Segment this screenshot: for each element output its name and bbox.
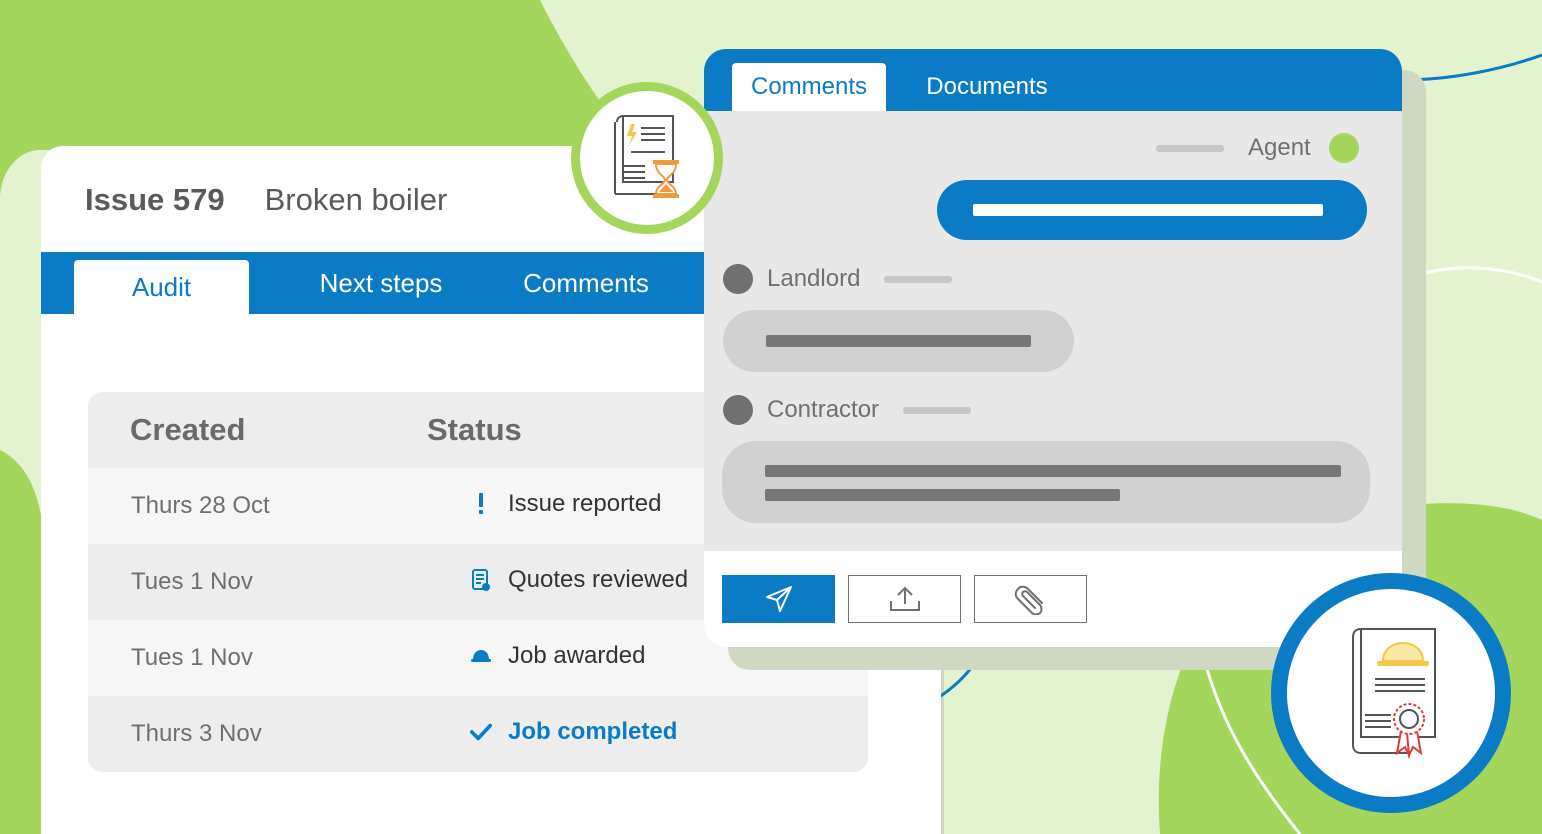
- message-text-placeholder: [765, 465, 1341, 477]
- upload-icon: [889, 586, 920, 611]
- column-header-created: Created: [130, 412, 246, 447]
- row-status: Quotes reviewed: [470, 566, 688, 594]
- message-text-placeholder: [766, 335, 1031, 347]
- exclamation-icon: [470, 493, 492, 515]
- row-date: Tues 1 Nov: [131, 644, 253, 671]
- agent-message-bubble: [937, 180, 1367, 240]
- timestamp-placeholder: [1156, 144, 1224, 152]
- checkmark-icon: [470, 722, 492, 742]
- tab-documents[interactable]: Documents: [909, 63, 1065, 111]
- contractor-name: Contractor: [767, 396, 880, 423]
- row-status: Job completed: [470, 718, 677, 746]
- row-status: Job awarded: [470, 642, 645, 670]
- paperclip-icon: [1014, 585, 1043, 615]
- send-button[interactable]: [722, 575, 835, 623]
- certificate-hard-hat-icon: [1352, 628, 1436, 759]
- contractor-avatar: [723, 395, 753, 425]
- tab-comments-panel[interactable]: Comments: [732, 63, 886, 111]
- column-header-status: Status: [427, 412, 522, 447]
- comments-tabbar: Comments Documents: [704, 49, 1402, 111]
- tab-next-steps[interactable]: Next steps: [291, 252, 471, 314]
- timestamp-placeholder: [884, 275, 953, 283]
- row-date: Thurs 3 Nov: [131, 720, 262, 747]
- tab-audit[interactable]: Audit: [74, 260, 249, 314]
- contractor-sender: Contractor: [723, 395, 972, 425]
- landlord-avatar: [723, 264, 753, 294]
- timestamp-placeholder: [903, 406, 972, 414]
- issue-title: Broken boiler: [264, 182, 448, 217]
- comments-panel: Comments Documents Agent Landlord Contra…: [704, 49, 1402, 647]
- contractor-message-bubble: [722, 441, 1370, 523]
- issue-header: Issue 579 Broken boiler: [85, 182, 447, 218]
- agent-name: Agent: [1248, 134, 1311, 161]
- row-status-label: Job awarded: [508, 642, 646, 669]
- row-status-label: Job completed: [508, 718, 678, 745]
- landlord-sender: Landlord: [723, 264, 953, 294]
- row-date: Tues 1 Nov: [131, 568, 253, 595]
- landlord-name: Landlord: [767, 265, 861, 292]
- agent-avatar: [1328, 133, 1359, 163]
- clipboard-icon: [470, 568, 492, 592]
- send-icon: [765, 586, 792, 612]
- upload-button[interactable]: [848, 575, 961, 623]
- document-hourglass-icon: [614, 115, 679, 198]
- landlord-message-bubble: [723, 310, 1074, 372]
- certificate-badge: [1271, 573, 1511, 813]
- document-badge: [571, 82, 723, 234]
- row-date: Thurs 28 Oct: [131, 492, 270, 519]
- agent-sender: Agent: [1156, 133, 1359, 163]
- row-status-label: Quotes reviewed: [508, 566, 689, 593]
- message-text-placeholder: [765, 489, 1120, 501]
- issue-number: Issue 579: [85, 182, 225, 217]
- hard-hat-icon: [470, 648, 492, 664]
- table-row[interactable]: Thurs 3 Nov Job completed: [88, 696, 868, 772]
- row-status-label: Issue reported: [508, 490, 662, 517]
- row-status: Issue reported: [470, 490, 661, 518]
- attach-button[interactable]: [974, 575, 1087, 623]
- message-text-placeholder: [973, 204, 1323, 216]
- tab-comments[interactable]: Comments: [496, 252, 676, 314]
